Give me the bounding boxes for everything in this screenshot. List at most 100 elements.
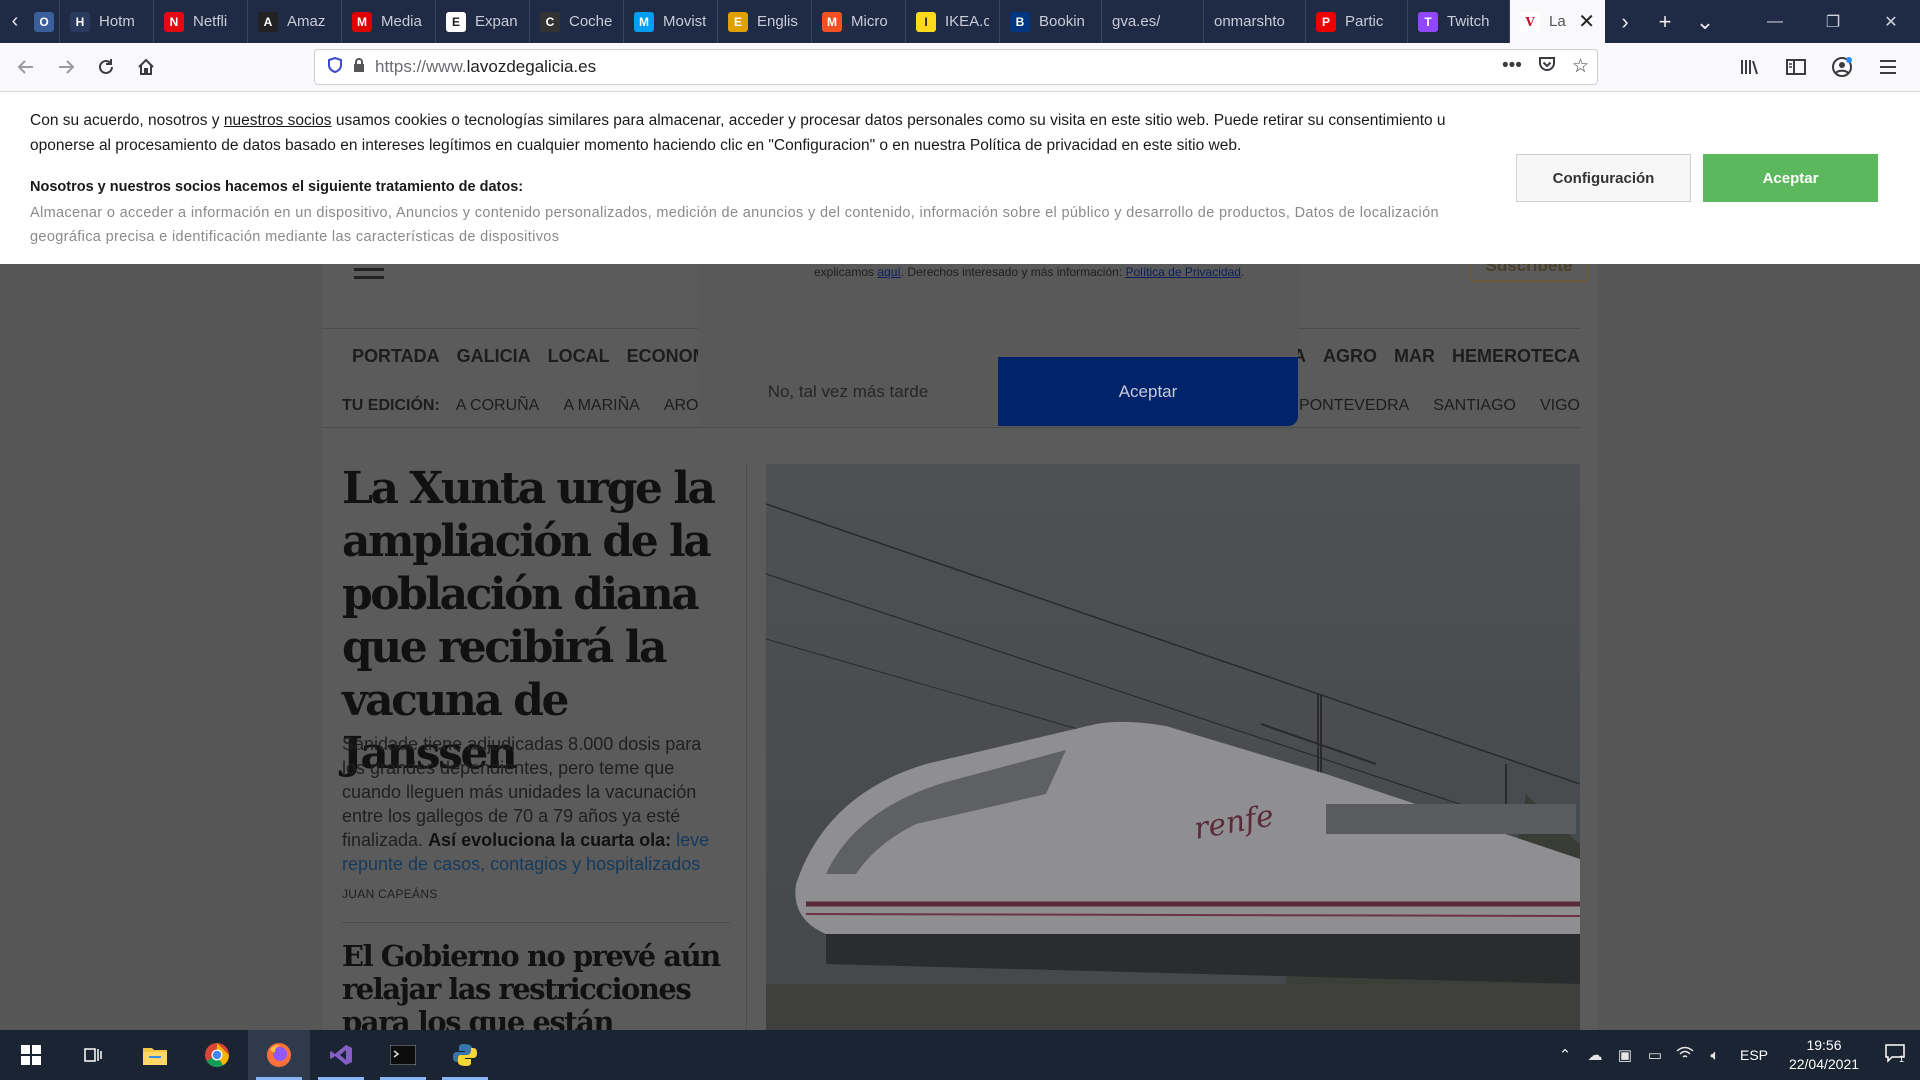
tab-outlook[interactable]: OOl <box>30 0 60 43</box>
tab-label: Expan <box>475 13 518 30</box>
netflix-icon: N <box>164 11 184 32</box>
nav-item-mar[interactable]: MAR <box>1394 346 1435 367</box>
cookie-settings-button[interactable]: Configuración <box>1516 154 1691 202</box>
dialog-accept-button[interactable]: Aceptar <box>998 357 1298 426</box>
new-tab-icon[interactable]: + <box>1645 0 1685 43</box>
tab-label: Media <box>381 13 422 30</box>
notification-center-icon[interactable]: 1 <box>1870 1043 1920 1068</box>
tab-amazon[interactable]: A Amaz <box>248 0 342 43</box>
list-all-tabs-icon[interactable]: ⌄ <box>1685 0 1725 43</box>
device-icon[interactable]: ▣ <box>1610 1046 1640 1064</box>
firefox-icon[interactable] <box>248 1030 310 1080</box>
wifi-icon[interactable] <box>1670 1046 1700 1064</box>
account-icon[interactable] <box>1822 49 1862 85</box>
lavoz-icon: V <box>1520 11 1540 32</box>
author-byline: JUAN CAPEÁNS <box>342 887 438 901</box>
tab-scroll-right-icon[interactable]: › <box>1605 0 1645 43</box>
hotmail-icon: H <box>70 11 90 32</box>
task-view-icon[interactable] <box>62 1030 124 1080</box>
tab-coches[interactable]: C Coche <box>530 0 624 43</box>
chrome-icon[interactable] <box>186 1030 248 1080</box>
close-tab-icon[interactable]: ✕ <box>1578 9 1595 34</box>
show-hidden-icons-icon[interactable]: ⌃ <box>1550 1046 1580 1064</box>
clock[interactable]: 19:56 22/04/2021 <box>1778 1036 1870 1074</box>
tab-ikea[interactable]: I IKEA.c <box>906 0 1000 43</box>
partners-link[interactable]: nuestros socios <box>224 112 332 129</box>
minimize-icon[interactable]: — <box>1746 0 1804 43</box>
tab-site-12[interactable]: gva.es/ <box>1102 0 1204 43</box>
dialog-text: explicamos aquí. Derechos interesado y m… <box>814 262 1254 283</box>
nav-item-agro[interactable]: AGRO <box>1323 346 1377 367</box>
volume-icon[interactable]: 🔈︎ <box>1700 1047 1730 1064</box>
nav-item-hemeroteca[interactable]: HEMEROTECA <box>1452 346 1580 367</box>
tab-netflix[interactable]: N Netfli <box>154 0 248 43</box>
bookmark-star-icon[interactable]: ☆ <box>1572 55 1589 79</box>
secondary-headline[interactable]: El Gobierno no prevé aún relajar las res… <box>342 940 732 1030</box>
pocket-icon[interactable] <box>1538 55 1556 79</box>
article-summary: Sanidade tiene adjudicadas 8.000 dosis p… <box>342 732 722 876</box>
tracking-protection-shield-icon[interactable] <box>323 56 347 78</box>
forward-icon[interactable] <box>46 49 86 85</box>
microsoft-icon: M <box>822 11 842 32</box>
english-icon: E <box>728 11 748 32</box>
sidebar-icon[interactable] <box>1776 49 1816 85</box>
tab-english[interactable]: E Englis <box>718 0 812 43</box>
edition-santiago[interactable]: SANTIAGO <box>1433 397 1516 415</box>
tab-label: La <box>1549 13 1566 30</box>
tab-label: Hotm <box>99 13 135 30</box>
tab-hotmail[interactable]: H Hotm <box>60 0 154 43</box>
divider <box>342 922 730 923</box>
back-icon[interactable] <box>6 49 46 85</box>
cookie-notice-text: Con su acuerdo, nosotros y nuestros soci… <box>30 108 1470 158</box>
clock-time: 19:56 <box>1806 1037 1842 1053</box>
tab-active[interactable]: V La ✕ <box>1510 0 1605 43</box>
tab-expansion[interactable]: E Expan <box>436 0 530 43</box>
terminal-icon[interactable] <box>372 1030 434 1080</box>
windows-taskbar: ⌃ ☁ ▣ ▭ 🔈︎ ESP 19:56 22/04/2021 1 <box>0 1030 1920 1080</box>
menu-icon[interactable] <box>1868 49 1908 85</box>
edition-vigo[interactable]: VIGO <box>1540 397 1580 415</box>
file-explorer-icon[interactable] <box>124 1030 186 1080</box>
battery-icon[interactable]: ▭ <box>1640 1046 1670 1064</box>
windows-start-icon[interactable] <box>0 1030 62 1080</box>
tab-site-13[interactable]: onmarshto <box>1204 0 1306 43</box>
language-indicator[interactable]: ESP <box>1730 1047 1778 1063</box>
address-bar[interactable]: https://www.lavozdegalicia.es ••• ☆ <box>314 49 1598 85</box>
edition-a-marina[interactable]: A MARIÑA <box>563 397 639 415</box>
url-text: https://www.lavozdegalicia.es <box>375 57 596 77</box>
tab-microsoft[interactable]: M Micro <box>812 0 906 43</box>
tab-label: gva.es/ <box>1112 13 1161 30</box>
tab-label: onmarshto <box>1214 13 1285 30</box>
reload-icon[interactable] <box>86 49 126 85</box>
python-icon[interactable] <box>434 1030 496 1080</box>
coches-icon: C <box>540 11 560 32</box>
library-icon[interactable] <box>1730 49 1770 85</box>
tab-label: Micro <box>851 13 888 30</box>
visual-studio-icon[interactable] <box>310 1030 372 1080</box>
dialog-text-part: explicamos <box>814 265 878 279</box>
edition-pontevedra[interactable]: PONTEVEDRA <box>1299 397 1409 415</box>
not-now-button[interactable]: No, tal vez más tarde <box>698 357 998 426</box>
tab-twitch[interactable]: T Twitch <box>1408 0 1510 43</box>
home-icon[interactable] <box>126 49 166 85</box>
tab-strip: ‹ OOl H Hotm N Netfli A Amaz M Media E Expan C Coche… <box>0 0 1920 43</box>
dialog-link-aqui[interactable]: aquí <box>877 265 900 279</box>
tab-booking[interactable]: B Bookin <box>1000 0 1102 43</box>
tab-santander[interactable]: P Partic <box>1306 0 1408 43</box>
nav-item-galicia[interactable]: GALICIA <box>457 346 531 367</box>
privacy-policy-link[interactable]: Política de Privacidad <box>1125 265 1240 279</box>
nav-item-local[interactable]: LOCAL <box>548 346 610 367</box>
train-photo[interactable]: renfe <box>766 464 1580 1030</box>
tab-movistar[interactable]: M Movist <box>624 0 718 43</box>
nav-item-portada[interactable]: PORTADA <box>352 346 440 367</box>
page-actions-icon[interactable]: ••• <box>1502 55 1522 79</box>
lock-icon[interactable] <box>347 57 371 77</box>
close-window-icon[interactable]: ✕ <box>1862 0 1920 43</box>
cookie-accept-button[interactable]: Aceptar <box>1703 154 1878 202</box>
tab-mediamarkt[interactable]: M Media <box>342 0 436 43</box>
onedrive-icon[interactable]: ☁ <box>1580 1046 1610 1064</box>
edition-a-coruna[interactable]: A CORUÑA <box>456 397 540 415</box>
restore-icon[interactable]: ❐ <box>1804 0 1862 43</box>
tab-scroll-left-icon[interactable]: ‹ <box>0 0 30 43</box>
navigation-toolbar: https://www.lavozdegalicia.es ••• ☆ <box>0 43 1920 92</box>
